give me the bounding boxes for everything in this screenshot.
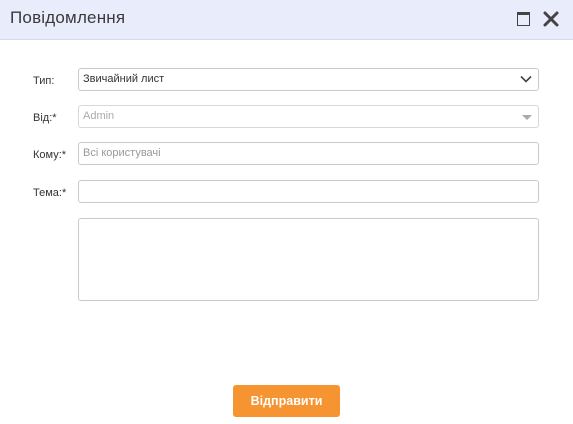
chevron-down-icon bbox=[520, 75, 532, 83]
caret-down-icon bbox=[522, 115, 532, 120]
subject-input[interactable] bbox=[78, 180, 539, 203]
message-body-textarea[interactable] bbox=[78, 218, 539, 301]
to-label: Кому:* bbox=[33, 149, 67, 161]
type-label: Тип: bbox=[33, 75, 55, 87]
send-button[interactable]: Відправити bbox=[233, 385, 340, 417]
type-select[interactable]: Звичайний лист bbox=[78, 68, 539, 91]
from-select-value: Admin bbox=[83, 110, 115, 122]
message-dialog: Повідомлення Тип: Звичайний лист Від:* A… bbox=[0, 0, 573, 424]
dialog-titlebar: Повідомлення bbox=[0, 0, 573, 40]
close-button[interactable] bbox=[542, 10, 560, 28]
to-input-value: Всі користувачі bbox=[83, 147, 161, 159]
type-select-value: Звичайний лист bbox=[83, 73, 165, 85]
close-icon bbox=[543, 11, 559, 27]
maximize-button[interactable] bbox=[515, 10, 533, 28]
to-input[interactable]: Всі користувачі bbox=[78, 142, 539, 165]
from-label: Від:* bbox=[33, 112, 57, 124]
maximize-icon bbox=[517, 12, 530, 26]
subject-label: Тема:* bbox=[33, 187, 67, 199]
from-select[interactable]: Admin bbox=[78, 105, 539, 128]
dialog-title: Повідомлення bbox=[10, 8, 126, 27]
